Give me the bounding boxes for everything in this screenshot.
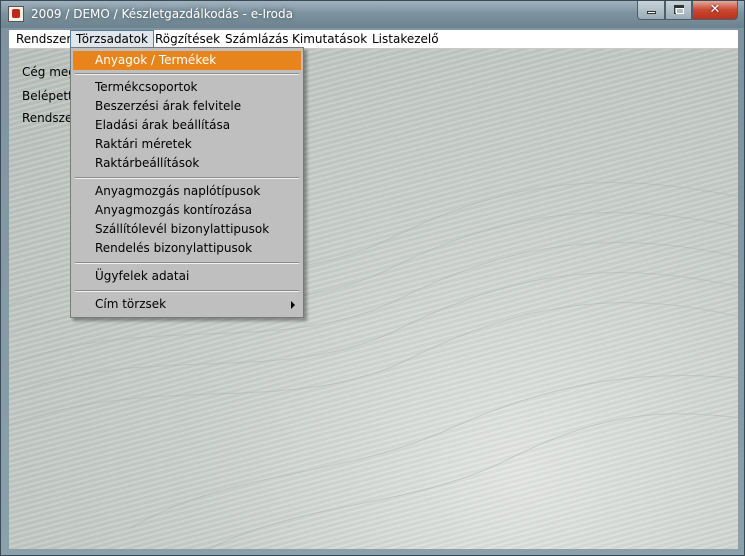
title-bar[interactable]: 2009 / DEMO / Készletgazdálkodás - e-Iro… (1, 1, 744, 28)
menu-torzsadatok[interactable]: Törzsadatok (70, 30, 154, 48)
menu-rogzitesek[interactable]: Rögzítések (150, 30, 225, 48)
close-button[interactable]: ✕ (692, 1, 738, 20)
menu-item-rendeles-bizonylattipusok[interactable]: Rendelés bizonylattipusok (73, 239, 301, 258)
submenu-arrow-icon (291, 301, 295, 309)
minimize-icon (647, 11, 656, 14)
menu-item-anyagmozgas-naplotipusok[interactable]: Anyagmozgás naplótípusok (73, 182, 301, 201)
menu-item-raktarbeallitasok[interactable]: Raktárbeállítások (73, 154, 301, 173)
menu-szamlazas[interactable]: Számlázás (220, 30, 294, 48)
maximize-button[interactable] (665, 1, 692, 20)
menu-item-termekcsoportok[interactable]: Termékcsoportok (73, 78, 301, 97)
menu-separator (75, 262, 299, 264)
maximize-icon (674, 5, 684, 14)
menu-separator (75, 177, 299, 179)
window-title: 2009 / DEMO / Készletgazdálkodás - e-Iro… (31, 7, 293, 21)
app-window: 2009 / DEMO / Készletgazdálkodás - e-Iro… (0, 0, 745, 556)
company-label: Cég meg (22, 65, 76, 79)
menu-kimutatasok[interactable]: Kimutatások (287, 30, 372, 48)
menu-item-beszerzesi-arak[interactable]: Beszerzési árak felvitele (73, 97, 301, 116)
logged-in-label: Belépett (22, 89, 73, 103)
minimize-button[interactable] (637, 1, 665, 20)
menu-separator (75, 73, 299, 75)
app-icon[interactable] (8, 6, 24, 22)
menu-item-anyagmozgas-kontirozasa[interactable]: Anyagmozgás kontírozása (73, 201, 301, 220)
menu-item-ugyfelek-adatai[interactable]: Ügyfelek adatai (73, 267, 301, 286)
system-label: Rendsze (22, 111, 73, 125)
menu-listakezelo[interactable]: Listakezelő (367, 30, 444, 48)
torzsadatok-dropdown: Anyagok / Termékek Termékcsoportok Besze… (70, 47, 304, 318)
menu-item-anyagok-termekek[interactable]: Anyagok / Termékek (73, 51, 301, 70)
menu-item-cim-torzsek[interactable]: Cím törzsek (73, 295, 301, 314)
menu-item-szallitolevel-bizonylattipusok[interactable]: Szállítólevél bizonylattipusok (73, 220, 301, 239)
menu-separator (75, 290, 299, 292)
menu-item-raktari-meretek[interactable]: Raktári méretek (73, 135, 301, 154)
close-icon: ✕ (709, 2, 721, 17)
menu-item-label: Cím törzsek (95, 297, 167, 311)
menu-rendszer[interactable]: Rendszer (11, 30, 76, 48)
menu-item-eladasi-arak[interactable]: Eladási árak beállítása (73, 116, 301, 135)
